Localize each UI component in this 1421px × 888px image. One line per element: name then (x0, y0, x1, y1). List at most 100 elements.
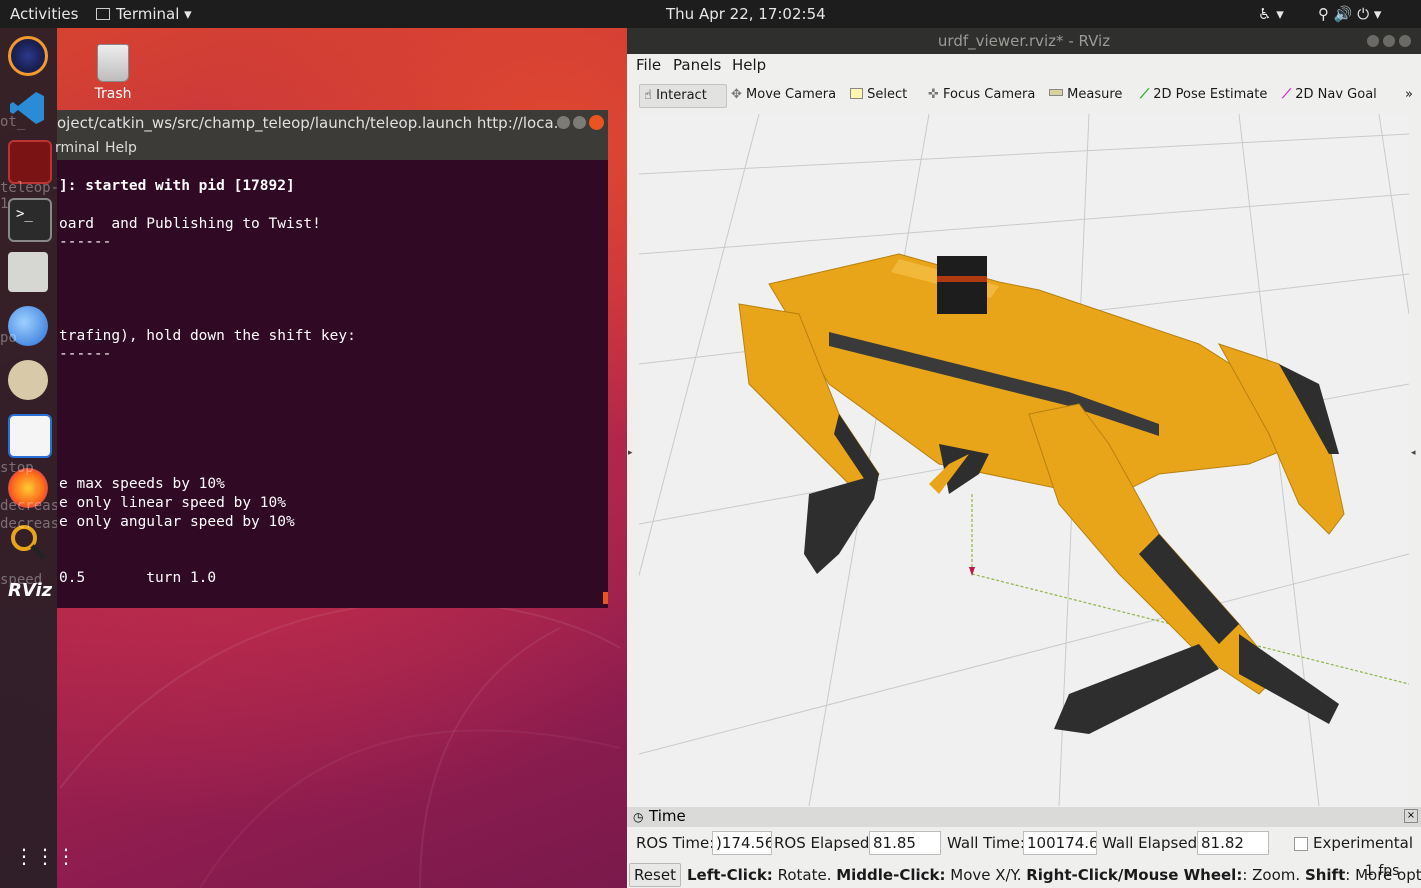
status-hint: Left-Click: Rotate. Middle-Click: Move X… (687, 866, 1421, 884)
peek-line: ot_ (0, 114, 26, 130)
tool-measure[interactable]: Measure (1045, 84, 1126, 106)
rviz-minimize-icon[interactable] (1367, 35, 1379, 47)
experimental-checkbox[interactable] (1294, 837, 1308, 851)
time-panel-header: ◷ Time × (627, 807, 1421, 827)
rviz-maximize-icon[interactable] (1383, 35, 1395, 47)
system-menu[interactable]: ⚲ 🔊 ⏻ ▾ (1318, 5, 1381, 23)
files-icon[interactable] (8, 252, 48, 292)
activities-button[interactable]: Activities (10, 5, 78, 23)
rhythmbox-icon[interactable] (8, 360, 48, 400)
tool-select-label: Select (867, 87, 908, 102)
clock[interactable]: Thu Apr 22, 17:02:54 (666, 5, 826, 23)
fps-indicator: 1 fps (1365, 863, 1400, 879)
ruler-icon (1049, 89, 1063, 96)
rviz-window[interactable]: urdf_viewer.rviz* - RViz File Panels Hel… (627, 28, 1421, 888)
time-panel-title: Time (649, 807, 686, 825)
app-menu-label: Terminal ▾ (116, 5, 192, 23)
trash-icon (97, 44, 129, 82)
wall-time-label: Wall Time: (947, 834, 1025, 852)
wall-elapsed-label: Wall Elapsed: (1102, 834, 1203, 852)
rviz-close-icon[interactable] (1399, 35, 1411, 47)
hint-shift: Shift (1304, 866, 1346, 884)
right-panel-toggle[interactable]: ◂ (1411, 448, 1416, 458)
wall-elapsed-field[interactable]: 81.82 (1197, 831, 1269, 855)
writer-icon[interactable] (8, 414, 52, 458)
tool-interact[interactable]: ☝ Interact (639, 84, 727, 108)
status-bar: Reset Left-Click: Rotate. Middle-Click: … (627, 860, 1421, 888)
toolbox-icon[interactable] (8, 140, 52, 184)
trash-desktop-item[interactable]: Trash (88, 44, 138, 102)
reset-button[interactable]: Reset (629, 863, 681, 887)
sensor-head (937, 256, 987, 314)
terminal-window[interactable]: oject/catkin_ws/src/champ_teleop/launch/… (55, 110, 608, 608)
tool-focus-camera-label: Focus Camera (943, 87, 1036, 102)
close-panel-icon[interactable]: × (1404, 809, 1418, 823)
spot-robot-model (738, 253, 1345, 734)
terminal-app-menu[interactable]: Terminal ▾ (96, 5, 192, 23)
accessibility-menu[interactable]: ♿ ▾ (1258, 5, 1284, 23)
ros-elapsed-field[interactable]: 81.85 (869, 831, 941, 855)
tool-2d-pose-estimate-label: 2D Pose Estimate (1153, 87, 1268, 102)
peek-line: po (0, 330, 17, 346)
ros-elapsed-label: ROS Elapsed: (774, 834, 875, 852)
left-panel-toggle[interactable]: ▸ (628, 448, 633, 458)
terminal-output[interactable]: ]: started with pid [17892] oard and Pub… (57, 162, 608, 608)
toolbar-overflow-button[interactable]: » (1401, 84, 1417, 106)
tool-2d-nav-goal[interactable]: ⟋ 2D Nav Goal (1278, 84, 1381, 106)
terminal-line: ------ (59, 234, 112, 250)
terminal-line: e only angular speed by 10% (59, 514, 295, 530)
terminal-line: trafing), hold down the shift key: (59, 328, 356, 344)
hint-zoom: : Zoom. (1242, 866, 1305, 884)
magenta-arrow-icon: ⟋ (1282, 87, 1292, 102)
top-bar: Activities Terminal ▾ Thu Apr 22, 17:02:… (0, 0, 1421, 28)
menu-help[interactable]: Help (105, 136, 137, 160)
tool-move-camera[interactable]: ✥ Move Camera (727, 84, 840, 106)
tool-2d-pose-estimate[interactable]: ⟋ 2D Pose Estimate (1136, 84, 1271, 106)
show-apps-icon[interactable]: ⋮⋮⋮ (14, 844, 77, 868)
wall-time-field[interactable]: 100174.60 (1023, 831, 1097, 855)
focus-icon: ✜ (928, 87, 939, 102)
select-icon (850, 88, 863, 99)
terminal-line: 0.5 turn 1.0 (59, 570, 217, 586)
tool-measure-label: Measure (1067, 87, 1123, 102)
tool-focus-camera[interactable]: ✜ Focus Camera (924, 84, 1039, 106)
minimize-icon[interactable] (557, 116, 570, 129)
close-icon[interactable] (589, 115, 604, 130)
hint-rotate: Rotate. (772, 866, 837, 884)
ros-time-label: ROS Time: (636, 834, 715, 852)
rviz-titlebar[interactable]: urdf_viewer.rviz* - RViz (627, 28, 1421, 54)
ros-time-field[interactable]: )174.56 (712, 831, 772, 855)
maximize-icon[interactable] (573, 116, 586, 129)
terminal-title: oject/catkin_ws/src/champ_teleop/launch/… (57, 114, 568, 132)
3d-viewport[interactable] (639, 114, 1409, 806)
menu-panels[interactable]: Panels (673, 56, 721, 74)
cursor-icon: ☝ (644, 88, 652, 103)
trash-label: Trash (94, 86, 132, 102)
menu-file[interactable]: File (636, 56, 661, 74)
time-panel-fields: ROS Time: )174.56 ROS Elapsed: 81.85 Wal… (627, 828, 1421, 858)
peek-line: teleop-1 (0, 180, 60, 212)
menu-terminal[interactable]: rminal (55, 136, 99, 160)
viewport-scene (639, 114, 1409, 806)
tool-2d-nav-goal-label: 2D Nav Goal (1295, 87, 1377, 102)
eclipse-icon[interactable] (8, 36, 48, 76)
hint-middle-click: Middle-Click: (836, 866, 946, 884)
terminal-icon (96, 8, 110, 20)
rviz-menubar: File Panels Help (627, 54, 1421, 78)
tool-select[interactable]: Select (846, 84, 911, 106)
terminal-line: e max speeds by 10% (59, 476, 225, 492)
green-arrow-icon: ⟋ (1140, 87, 1150, 102)
peek-line: speed (0, 572, 43, 588)
move-icon: ✥ (731, 87, 742, 102)
peek-line: stop (0, 460, 34, 476)
hint-right-click: Right-Click/Mouse Wheel: (1026, 866, 1243, 884)
experimental-label: Experimental (1313, 834, 1414, 852)
menu-help[interactable]: Help (732, 56, 766, 74)
rviz-title: urdf_viewer.rviz* - RViz (937, 32, 1111, 50)
dock: >_ RViz ⋮⋮⋮ ot_ teleop-1 po stop decreas… (0, 28, 76, 888)
terminal-titlebar[interactable]: oject/catkin_ws/src/champ_teleop/launch/… (57, 110, 608, 136)
tool-move-camera-label: Move Camera (746, 87, 837, 102)
terminal-line: ------ (59, 346, 112, 362)
terminal-cursor (603, 592, 608, 604)
terminal-menubar: rminal Help (55, 136, 608, 160)
